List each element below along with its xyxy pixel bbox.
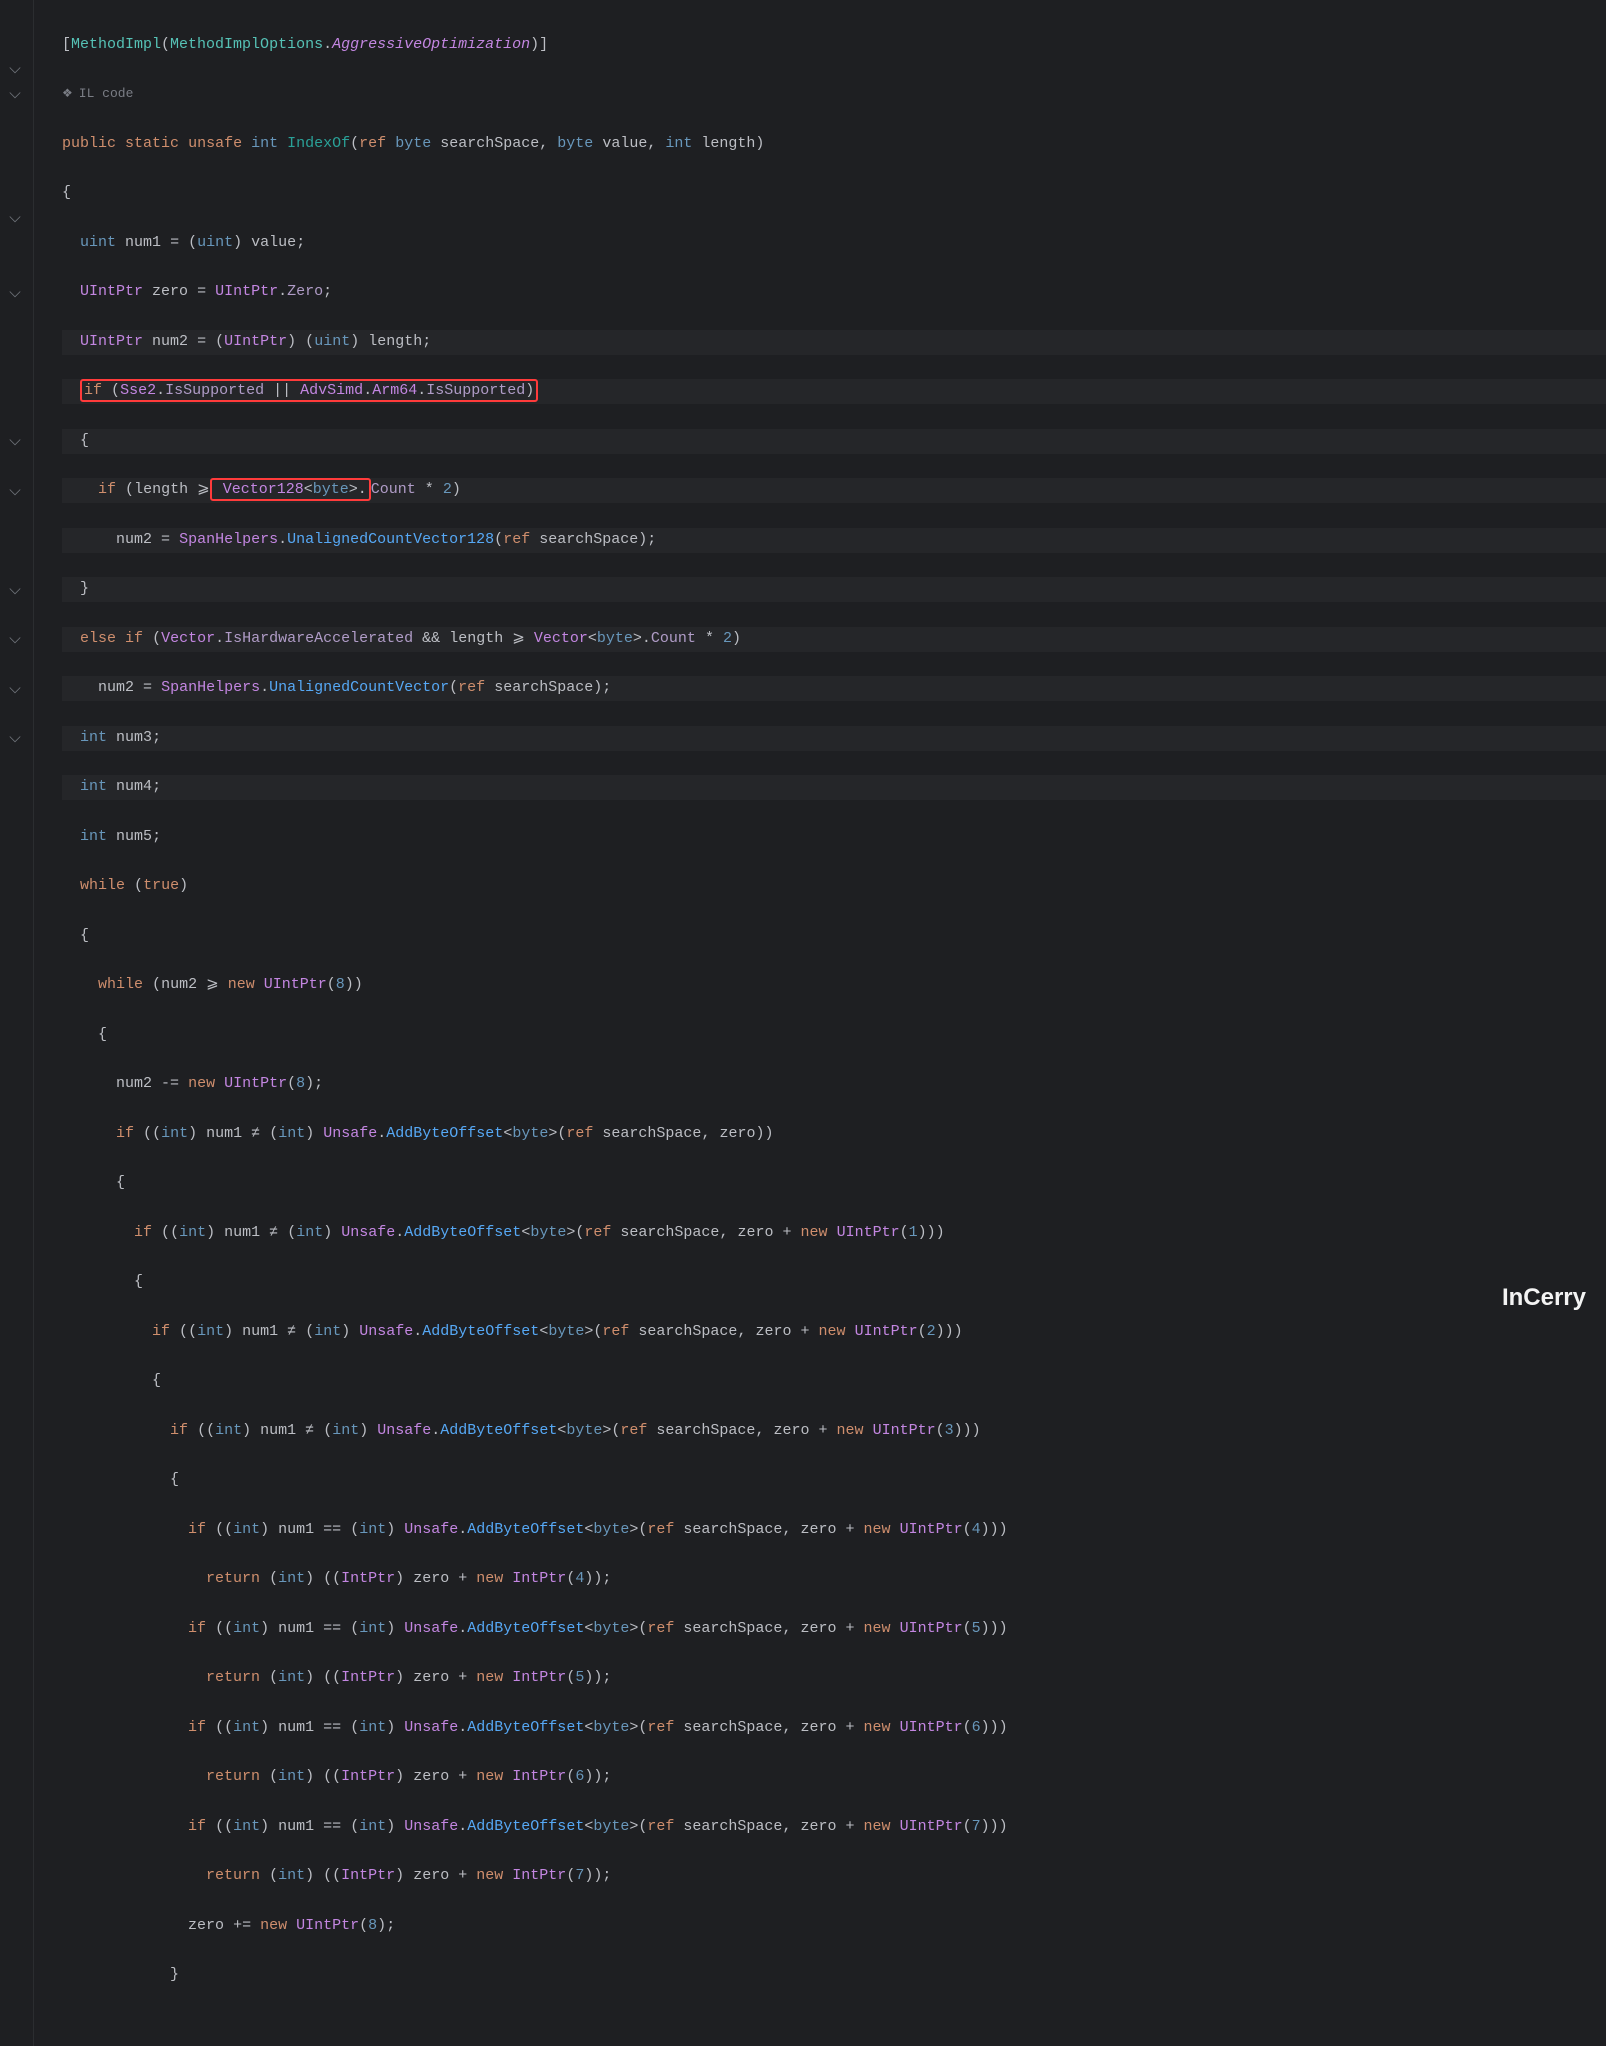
fold-marker-icon[interactable]	[8, 732, 24, 748]
watermark: InCerry	[1502, 1278, 1586, 1318]
code-line: {	[62, 429, 1606, 454]
fold-marker-icon[interactable]	[8, 683, 24, 699]
code-line: num2 = SpanHelpers.UnalignedCountVector1…	[62, 528, 1606, 553]
code-line: if (Sse2.IsSupported || AdvSimd.Arm64.Is…	[62, 379, 1606, 404]
code-line: if ((int) num1 ≠ (int) Unsafe.AddByteOff…	[62, 1419, 1606, 1444]
code-line: {	[62, 1171, 1606, 1196]
highlight-box-1: if (Sse2.IsSupported || AdvSimd.Arm64.Is…	[80, 379, 538, 402]
code-line: }	[62, 1963, 1606, 1988]
code-line: if ((int) num1 == (int) Unsafe.AddByteOf…	[62, 1617, 1606, 1642]
code-line: if ((int) num1 == (int) Unsafe.AddByteOf…	[62, 1815, 1606, 1840]
code-line: num2 -= new UIntPtr(8);	[62, 1072, 1606, 1097]
attribute-name: MethodImpl	[71, 36, 161, 53]
code-line: {	[62, 924, 1606, 949]
code-line: while (true)	[62, 874, 1606, 899]
code-line: while (num2 ⩾ new UIntPtr(8))	[62, 973, 1606, 998]
code-line: {	[62, 1369, 1606, 1394]
bracket: [	[62, 36, 71, 53]
fold-marker-icon[interactable]	[8, 633, 24, 649]
code-line: return (int) ((IntPtr) zero + new IntPtr…	[62, 1567, 1606, 1592]
fold-marker-icon[interactable]	[8, 485, 24, 501]
code-line: else if (Vector.IsHardwareAccelerated &&…	[62, 627, 1606, 652]
code-line: }	[62, 577, 1606, 602]
code-line: if ((int) num1 ≠ (int) Unsafe.AddByteOff…	[62, 1221, 1606, 1246]
fold-marker-icon[interactable]	[8, 435, 24, 451]
code-line: int num3;	[62, 726, 1606, 751]
code-line: uint num1 = (uint) value;	[62, 231, 1606, 256]
code-line: public static unsafe int IndexOf(ref byt…	[62, 132, 1606, 157]
code-line: return (int) ((IntPtr) zero + new IntPtr…	[62, 1864, 1606, 1889]
code-line: if (length ⩾ Vector128<byte>.Count * 2)	[62, 478, 1606, 503]
il-code-hint[interactable]: ❖ IL code	[62, 82, 1606, 107]
fold-marker-icon[interactable]	[8, 212, 24, 228]
code-line: return (int) ((IntPtr) zero + new IntPtr…	[62, 1666, 1606, 1691]
code-line: UIntPtr zero = UIntPtr.Zero;	[62, 280, 1606, 305]
enum-value: AggressiveOptimization	[332, 36, 530, 53]
code-area[interactable]: [MethodImpl(MethodImplOptions.Aggressive…	[34, 0, 1606, 2046]
code-line: {	[62, 181, 1606, 206]
fold-marker-icon[interactable]	[8, 88, 24, 104]
diamond-icon: ❖	[62, 85, 73, 105]
enum-type: MethodImplOptions	[170, 36, 323, 53]
code-line: if ((int) num1 == (int) Unsafe.AddByteOf…	[62, 1518, 1606, 1543]
il-code-label: IL code	[79, 86, 134, 101]
code-line: if ((int) num1 ≠ (int) Unsafe.AddByteOff…	[62, 1320, 1606, 1345]
method-name: IndexOf	[287, 135, 350, 152]
code-line: [MethodImpl(MethodImplOptions.Aggressive…	[62, 33, 1606, 58]
code-line: int num4;	[62, 775, 1606, 800]
code-line: {	[62, 1270, 1606, 1295]
code-line: {	[62, 1468, 1606, 1493]
code-line: int num5;	[62, 825, 1606, 850]
code-line: num2 = SpanHelpers.UnalignedCountVector(…	[62, 676, 1606, 701]
code-line: UIntPtr num2 = (UIntPtr) (uint) length;	[62, 330, 1606, 355]
code-editor: [MethodImpl(MethodImplOptions.Aggressive…	[0, 0, 1606, 2046]
code-line: zero += new UIntPtr(8);	[62, 1914, 1606, 1939]
fold-marker-icon[interactable]	[8, 63, 24, 79]
fold-marker-icon[interactable]	[8, 287, 24, 303]
code-line: if ((int) num1 ≠ (int) Unsafe.AddByteOff…	[62, 1122, 1606, 1147]
gutter	[0, 0, 34, 2046]
code-line: {	[62, 1023, 1606, 1048]
code-line: if ((int) num1 == (int) Unsafe.AddByteOf…	[62, 1716, 1606, 1741]
code-line: return (int) ((IntPtr) zero + new IntPtr…	[62, 1765, 1606, 1790]
fold-marker-icon[interactable]	[8, 584, 24, 600]
highlight-box-2: Vector128<byte>.	[210, 478, 371, 501]
